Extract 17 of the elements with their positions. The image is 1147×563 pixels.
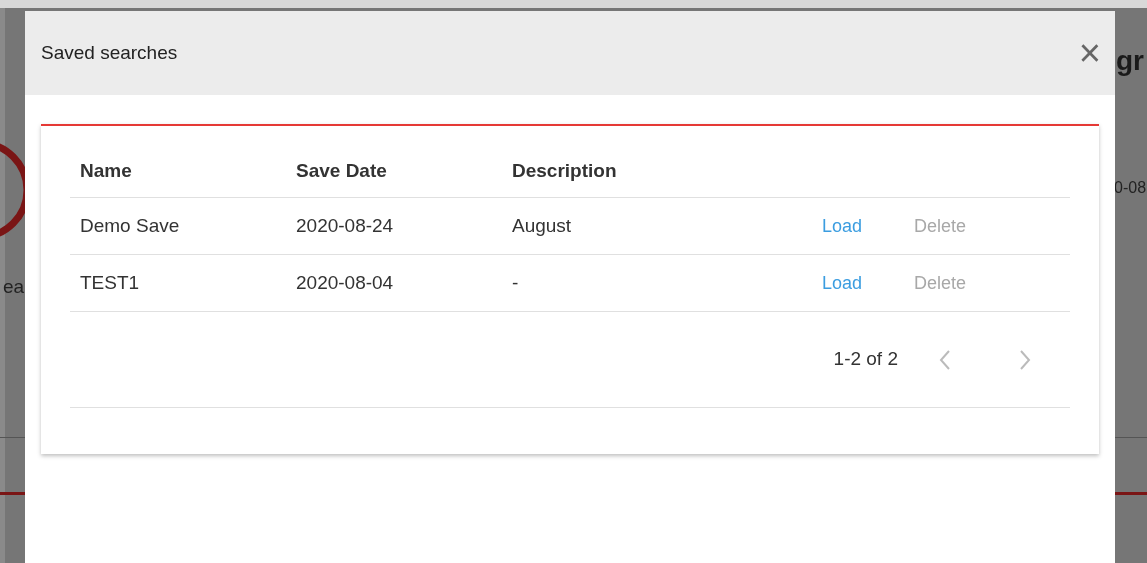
table-cell-text: Demo Save <box>79 213 181 238</box>
background-text: 0-08 <box>1114 178 1147 198</box>
column-header: Save Date <box>295 159 388 184</box>
table-cell-text: August <box>511 213 573 238</box>
background-text: ea <box>3 275 25 299</box>
column-header: Description <box>511 159 618 184</box>
close-button[interactable]: × <box>1078 34 1101 72</box>
page-range: 1-2 of 2 <box>833 347 898 372</box>
column-header: Name <box>79 159 133 184</box>
table-cell-text: TEST1 <box>79 270 141 295</box>
table-cell-text: 2020-08-04 <box>295 270 395 295</box>
load-link[interactable]: Load <box>822 269 863 297</box>
dialog-title: Saved searches <box>41 40 178 65</box>
table-cell-text: 2020-08-24 <box>295 213 395 238</box>
background-heading: gr <box>1116 44 1144 78</box>
table-cell-text: - <box>511 270 520 295</box>
load-link[interactable]: Load <box>822 212 863 240</box>
